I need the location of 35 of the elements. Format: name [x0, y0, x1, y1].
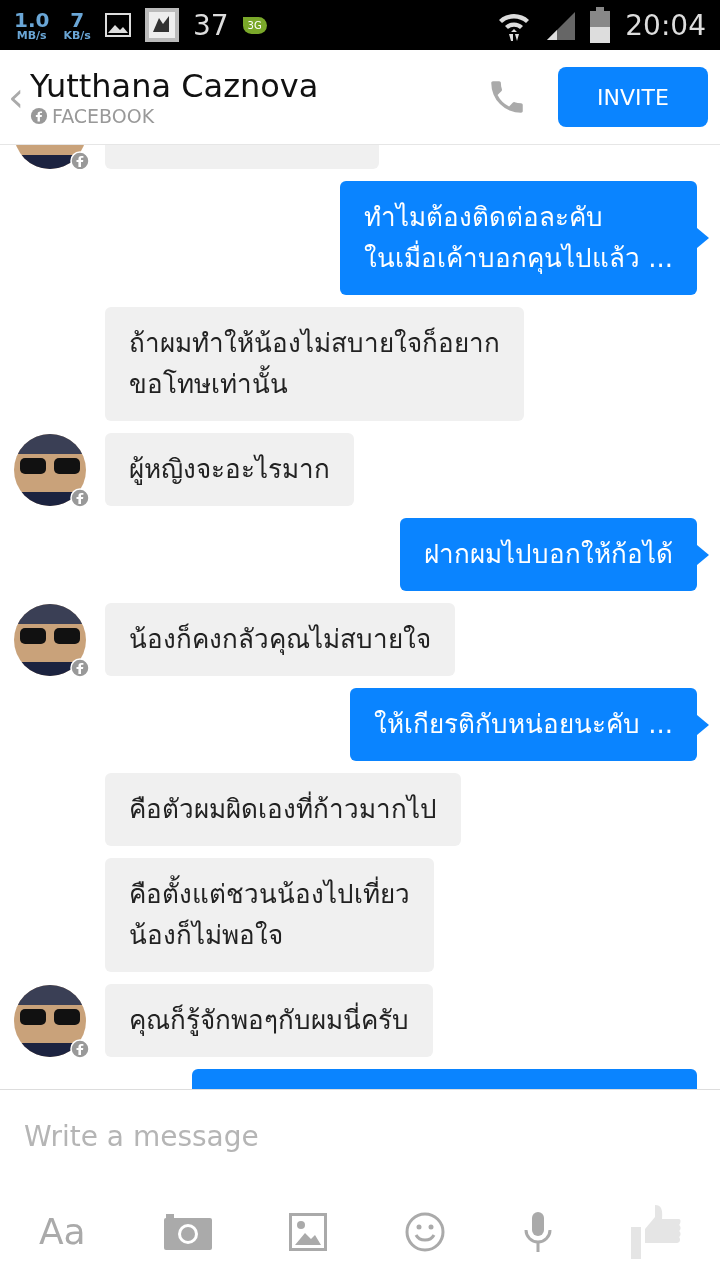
- upload-rate: 7 KB/s: [63, 9, 91, 41]
- gallery-icon[interactable]: [289, 1212, 328, 1251]
- network-badge: 3G: [242, 16, 267, 34]
- message-bubble: ให้เกียรติกับหน่อยนะคับ ...: [349, 688, 697, 761]
- bubble-tail: [697, 544, 709, 565]
- message-bubble: คือตัวผมผิดเองที่ก้าวมากไป: [105, 773, 461, 846]
- notification-count: 37: [192, 8, 229, 42]
- bubble-tail: [697, 228, 709, 248]
- back-button[interactable]: ‹: [8, 74, 24, 120]
- invite-button[interactable]: INVITE: [558, 67, 708, 127]
- contact-name: Yutthana Caznova: [30, 67, 320, 105]
- microphone-icon[interactable]: [523, 1211, 554, 1252]
- facebook-icon: [70, 151, 90, 169]
- image-icon: [104, 13, 131, 37]
- message-bubble: คือตั้งแต่ชวนน้องไปเที่ยว น้องก็ไม่พอใจ: [105, 858, 434, 972]
- battery-icon: [589, 7, 612, 43]
- message-bubble: ทำไมต้องติดต่อละคับ ในเมื่อเค้าบอกคุนไปแล้ว ...: [339, 181, 697, 295]
- emoji-icon[interactable]: [405, 1211, 446, 1252]
- thumbs-up-icon[interactable]: [631, 1204, 681, 1259]
- facebook-icon: [30, 107, 48, 125]
- contact-source: FACEBOOK: [52, 105, 155, 127]
- facebook-icon: [70, 1039, 90, 1059]
- download-rate: 1.0 MB/s: [14, 9, 50, 41]
- message-bubble: น้องก็คงกลัวคุณไม่สบายใจ: [105, 603, 455, 676]
- signal-icon: [545, 10, 576, 40]
- facebook-icon: [70, 658, 90, 678]
- camera-icon[interactable]: [163, 1213, 212, 1250]
- message-bubble: ผู้หญิงจะอะไรมาก: [105, 433, 354, 506]
- clock: 20:04: [625, 8, 706, 42]
- bubble-tail: [697, 714, 709, 735]
- text-button[interactable]: Aa: [38, 1211, 86, 1252]
- facebook-icon: [70, 488, 90, 508]
- message-bubble: ฝากผมไปบอกให้ก้อได้: [400, 518, 697, 591]
- message-bubble: ถ้าผมทำให้น้องไม่สบายใจก็อยาก ขอโทษเท่านั้น: [105, 307, 524, 421]
- message-bubble: คุณก็รู้จักพอๆกับผมนี่ครับ: [105, 984, 433, 1057]
